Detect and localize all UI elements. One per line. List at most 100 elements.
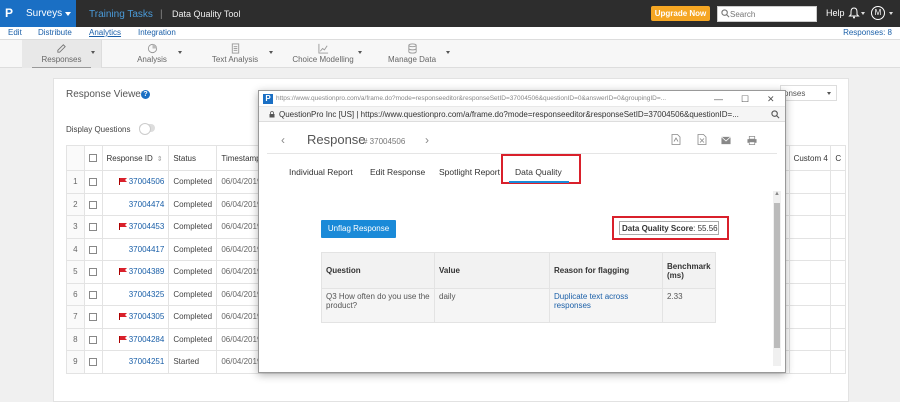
status-cell: Completed (168, 170, 218, 194)
response-id-cell[interactable]: 37004389 (101, 260, 170, 284)
row-select[interactable] (83, 327, 103, 351)
menu-edit[interactable]: Edit (8, 28, 22, 37)
row-checkbox[interactable] (89, 245, 98, 254)
menu-distribute[interactable]: Distribute (38, 28, 72, 37)
response-id-link[interactable]: 37004453 (129, 222, 165, 231)
search-input[interactable] (730, 8, 814, 20)
previous-response-button[interactable]: ‹ (281, 133, 285, 147)
tab-edit-response[interactable]: Edit Response (370, 167, 425, 177)
response-id-cell[interactable]: 37004305 (101, 305, 170, 329)
response-id-link[interactable]: 37004506 (129, 177, 165, 186)
next-response-button[interactable]: › (425, 133, 429, 147)
response-id-link[interactable]: 37004325 (129, 290, 165, 299)
header-next-column[interactable]: C (830, 145, 846, 171)
header-row-number (66, 145, 85, 171)
toolbar-choice-modelling[interactable]: Choice Modelling (290, 40, 362, 68)
toolbar-text-analysis[interactable]: Text Analysis (205, 40, 273, 68)
response-id-link[interactable]: 37004284 (129, 335, 165, 344)
red-flag-icon[interactable] (118, 335, 127, 343)
row-select[interactable] (83, 282, 103, 306)
toolbar-manage-data-label: Manage Data (387, 55, 437, 64)
response-id-cell[interactable]: 37004474 (101, 192, 170, 216)
response-id-cell[interactable]: 37004251 (101, 350, 170, 374)
user-avatar[interactable]: M (871, 6, 885, 20)
red-flag-icon[interactable] (118, 268, 127, 276)
row-select[interactable] (83, 350, 103, 374)
menu-integration[interactable]: Integration (138, 28, 176, 37)
unflag-response-button[interactable]: Unflag Response (321, 220, 396, 238)
response-id-cell[interactable]: 37004325 (101, 282, 170, 306)
header-status[interactable]: Status (168, 145, 218, 171)
custom4-cell (788, 260, 832, 284)
help-link[interactable]: Help (826, 8, 845, 18)
row-number: 4 (66, 237, 85, 261)
breadcrumb-training-tasks[interactable]: Training Tasks (89, 9, 153, 20)
upgrade-now-button[interactable]: Upgrade Now (651, 6, 710, 21)
toolbar-text-analysis-label: Text Analysis (211, 55, 259, 64)
tab-spotlight-report[interactable]: Spotlight Report (439, 167, 500, 177)
print-icon[interactable] (747, 135, 757, 146)
next-column-cell (830, 305, 846, 329)
chevron-down-icon[interactable] (889, 12, 893, 15)
row-checkbox[interactable] (89, 178, 98, 187)
response-id-link[interactable]: 37004474 (129, 200, 165, 209)
row-checkbox[interactable] (89, 200, 98, 209)
row-select[interactable] (83, 237, 103, 261)
menu-analytics[interactable]: Analytics (89, 28, 121, 37)
row-checkbox[interactable] (89, 290, 98, 299)
red-flag-icon[interactable] (118, 223, 127, 231)
row-checkbox[interactable] (89, 358, 98, 367)
custom4-cell (788, 192, 832, 216)
custom4-cell (788, 350, 832, 374)
excel-icon[interactable] (697, 134, 707, 145)
pdf-icon[interactable] (671, 134, 681, 145)
select-all-checkbox[interactable] (89, 154, 98, 163)
display-questions-toggle[interactable] (139, 123, 155, 135)
zoom-icon[interactable] (771, 110, 780, 119)
red-flag-icon[interactable] (118, 178, 127, 186)
row-checkbox[interactable] (89, 268, 98, 277)
response-id-link[interactable]: 37004389 (129, 267, 165, 276)
row-select[interactable] (83, 170, 103, 194)
maximize-button[interactable]: ☐ (741, 94, 749, 104)
next-column-cell (830, 350, 846, 374)
chevron-down-icon[interactable] (861, 12, 865, 15)
toolbar-responses[interactable]: Responses (22, 40, 102, 68)
response-id-cell[interactable]: 37004506 (101, 170, 170, 194)
minimize-button[interactable]: — (714, 94, 723, 104)
sort-icon[interactable]: ⇕ (157, 155, 163, 163)
popup-scrollbar-thumb[interactable] (774, 203, 780, 348)
response-id-link[interactable]: 37004417 (129, 245, 165, 254)
header-select-all[interactable] (83, 145, 103, 171)
flagged-question: Q3 How often do you use the product? (321, 288, 435, 323)
row-checkbox[interactable] (89, 313, 98, 322)
row-select[interactable] (83, 305, 103, 329)
questionpro-logo[interactable]: P (0, 0, 18, 27)
toolbar-manage-data[interactable]: Manage Data (386, 40, 450, 68)
row-select[interactable] (83, 215, 103, 239)
row-select[interactable] (83, 192, 103, 216)
surveys-menu-button[interactable]: Surveys (18, 0, 76, 27)
row-checkbox[interactable] (89, 335, 98, 344)
row-select[interactable] (83, 260, 103, 284)
response-id-cell[interactable]: 37004284 (101, 327, 170, 351)
response-id-link[interactable]: 37004305 (129, 312, 165, 321)
header-response-id[interactable]: Response ID ⇕ (101, 145, 170, 171)
scroll-up-arrow-icon[interactable]: ▲ (774, 191, 780, 197)
responses-count[interactable]: Responses: 8 (843, 28, 892, 37)
response-id-cell[interactable]: 37004453 (101, 215, 170, 239)
email-icon[interactable] (721, 135, 731, 146)
popup-address-text[interactable]: QuestionPro Inc [US] | https://www.quest… (279, 110, 769, 119)
response-id-link[interactable]: 37004251 (129, 357, 165, 366)
notification-bell-icon[interactable] (848, 7, 860, 19)
red-flag-icon[interactable] (118, 313, 127, 321)
help-icon[interactable]: ? (141, 90, 150, 99)
header-question: Question (321, 252, 435, 289)
toolbar-analysis[interactable]: Analysis (120, 40, 184, 68)
view-select[interactable]: onses (780, 85, 837, 101)
tab-individual-report[interactable]: Individual Report (289, 167, 353, 177)
close-button[interactable]: ✕ (767, 94, 775, 104)
response-id-cell[interactable]: 37004417 (101, 237, 170, 261)
header-custom4[interactable]: Custom 4 (788, 145, 832, 171)
row-checkbox[interactable] (89, 223, 98, 232)
